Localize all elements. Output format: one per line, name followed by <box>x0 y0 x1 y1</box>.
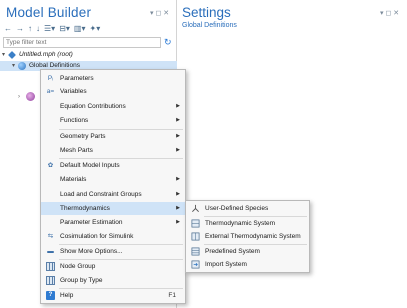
menu-item-label: Parameter Estimation <box>60 219 123 226</box>
menu-item-label: Thermodynamics <box>60 205 110 212</box>
settings-subtitle: Global Definitions <box>182 22 237 29</box>
menu-item-label: Help <box>60 292 74 299</box>
pin-icon[interactable]: ▾ ◻ ✕ <box>150 9 169 17</box>
collapse-toggle-icon[interactable]: ▾ <box>0 50 7 60</box>
back-arrow-icon[interactable]: ← <box>4 24 12 34</box>
model-inputs-icon: ✿ <box>47 162 54 169</box>
menu-item-node-group[interactable]: Node Group <box>41 260 185 273</box>
menu-item-help[interactable]: ? Help F1 <box>41 289 185 302</box>
expand-toggle-icon[interactable]: › <box>18 94 20 100</box>
submenu-item-label: User-Defined Species <box>205 205 269 212</box>
menu-item-geometry-parts[interactable]: Geometry Parts ▶ <box>41 130 185 143</box>
submenu-arrow-icon: ▶ <box>176 133 180 139</box>
submenu-item-external-thermodynamic-system[interactable]: External Thermodynamic System <box>186 230 309 243</box>
menu-item-functions[interactable]: Functions ▶ <box>41 114 185 127</box>
menu-item-thermodynamics[interactable]: Thermodynamics ▶ <box>41 202 185 215</box>
tree-item-label: Untitled.mph (root) <box>19 51 73 58</box>
submenu-arrow-icon: ▶ <box>176 176 180 182</box>
submenu-arrow-icon: ▶ <box>176 117 180 123</box>
refresh-icon[interactable]: ↻ <box>164 37 172 47</box>
external-system-icon <box>191 232 200 241</box>
options-icon: ▬ <box>47 248 54 255</box>
help-icon: ? <box>46 291 55 300</box>
menu-item-label: Mesh Parts <box>60 147 93 154</box>
menu-item-label: Group by Type <box>60 277 103 284</box>
menu-item-show-more-options[interactable]: ▬ Show More Options... <box>41 245 185 258</box>
menu-item-label: Parameters <box>60 75 94 82</box>
tree-options-icon[interactable]: ✦▾ <box>89 24 100 34</box>
submenu-item-label: External Thermodynamic System <box>205 233 301 240</box>
global-definitions-icon <box>18 62 26 70</box>
menu-item-parameter-estimation[interactable]: Parameter Estimation ▶ <box>41 216 185 229</box>
menu-item-mesh-parts[interactable]: Mesh Parts ▶ <box>41 144 185 157</box>
tree-item-root[interactable]: ▾ Untitled.mph (root) <box>0 50 177 60</box>
model-builder-toolbar: ← → ↑ ↓ ☰▾ ⊟▾ ▥▾ ✦▾ <box>4 23 100 34</box>
import-system-icon <box>191 260 200 269</box>
menu-item-load-and-constraint-groups[interactable]: Load and Constraint Groups ▶ <box>41 188 185 201</box>
menu-item-label: Show More Options... <box>60 248 123 255</box>
submenu-arrow-icon: ▶ <box>176 219 180 225</box>
up-arrow-icon[interactable]: ↑ <box>28 24 32 34</box>
node-group-icon <box>46 262 55 271</box>
menu-item-label: Default Model Inputs <box>60 162 120 169</box>
menu-item-label: Functions <box>60 117 89 124</box>
forward-arrow-icon[interactable]: → <box>16 24 24 34</box>
submenu-item-label: Import System <box>205 261 247 268</box>
menu-item-materials[interactable]: Materials ▶ <box>41 173 185 186</box>
panel-controls-icon[interactable]: ▾ ◻ ✕ <box>380 9 399 17</box>
menu-item-group-by-type[interactable]: Group by Type <box>41 274 185 287</box>
submenu-arrow-icon: ▶ <box>176 191 180 197</box>
model-root-icon <box>8 51 16 59</box>
submenu-item-thermodynamic-system[interactable]: Thermodynamic System <box>186 217 309 230</box>
shortcut-label: F1 <box>168 292 176 299</box>
collapse-toggle-icon[interactable]: ▾ <box>10 61 17 71</box>
species-icon <box>192 204 199 212</box>
simulink-icon: ⇆ <box>47 233 54 240</box>
menu-item-label: Cosimulation for Simulink <box>60 233 134 240</box>
collapse-all-icon[interactable]: ⊟▾ <box>59 24 70 34</box>
settings-title: Settings <box>182 5 231 20</box>
context-menu: Pᵢ Parameters a= Variables Equation Cont… <box>40 69 186 304</box>
submenu-item-user-defined-species[interactable]: User-Defined Species <box>186 202 309 215</box>
menu-item-label: Node Group <box>60 263 96 270</box>
submenu-arrow-icon: ▶ <box>176 103 180 109</box>
thermodynamics-submenu: User-Defined Species Thermodynamic Syste… <box>185 200 310 273</box>
menu-item-label: Materials <box>60 176 87 183</box>
variables-icon: a= <box>46 88 55 95</box>
filter-icon[interactable]: ▥▾ <box>74 24 86 34</box>
menu-item-label: Load and Constraint Groups <box>60 191 142 198</box>
submenu-item-label: Thermodynamic System <box>205 220 276 227</box>
group-by-type-icon <box>46 276 55 285</box>
component-icon[interactable] <box>26 92 35 101</box>
submenu-item-label: Predefined System <box>205 248 260 255</box>
system-icon <box>191 219 200 228</box>
menu-item-label: Equation Contributions <box>60 103 126 110</box>
menu-item-label: Variables <box>60 88 87 95</box>
menu-item-cosimulation[interactable]: ⇆ Cosimulation for Simulink <box>41 230 185 243</box>
submenu-item-predefined-system[interactable]: Predefined System <box>186 245 309 258</box>
down-arrow-icon[interactable]: ↓ <box>36 24 40 34</box>
menu-item-parameters[interactable]: Pᵢ Parameters <box>41 72 185 85</box>
menu-item-label: Geometry Parts <box>60 133 106 140</box>
parameters-icon: Pᵢ <box>47 75 54 82</box>
model-builder-title: Model Builder <box>6 5 92 20</box>
menu-item-variables[interactable]: a= Variables <box>41 85 185 98</box>
menu-item-equation-contributions[interactable]: Equation Contributions ▶ <box>41 100 185 113</box>
menu-item-default-model-inputs[interactable]: ✿ Default Model Inputs <box>41 159 185 172</box>
expand-all-icon[interactable]: ☰▾ <box>44 24 55 34</box>
submenu-arrow-icon: ▶ <box>176 205 180 211</box>
filter-input[interactable] <box>3 37 161 48</box>
submenu-arrow-icon: ▶ <box>176 147 180 153</box>
submenu-item-import-system[interactable]: Import System <box>186 258 309 271</box>
predefined-system-icon <box>191 247 200 256</box>
